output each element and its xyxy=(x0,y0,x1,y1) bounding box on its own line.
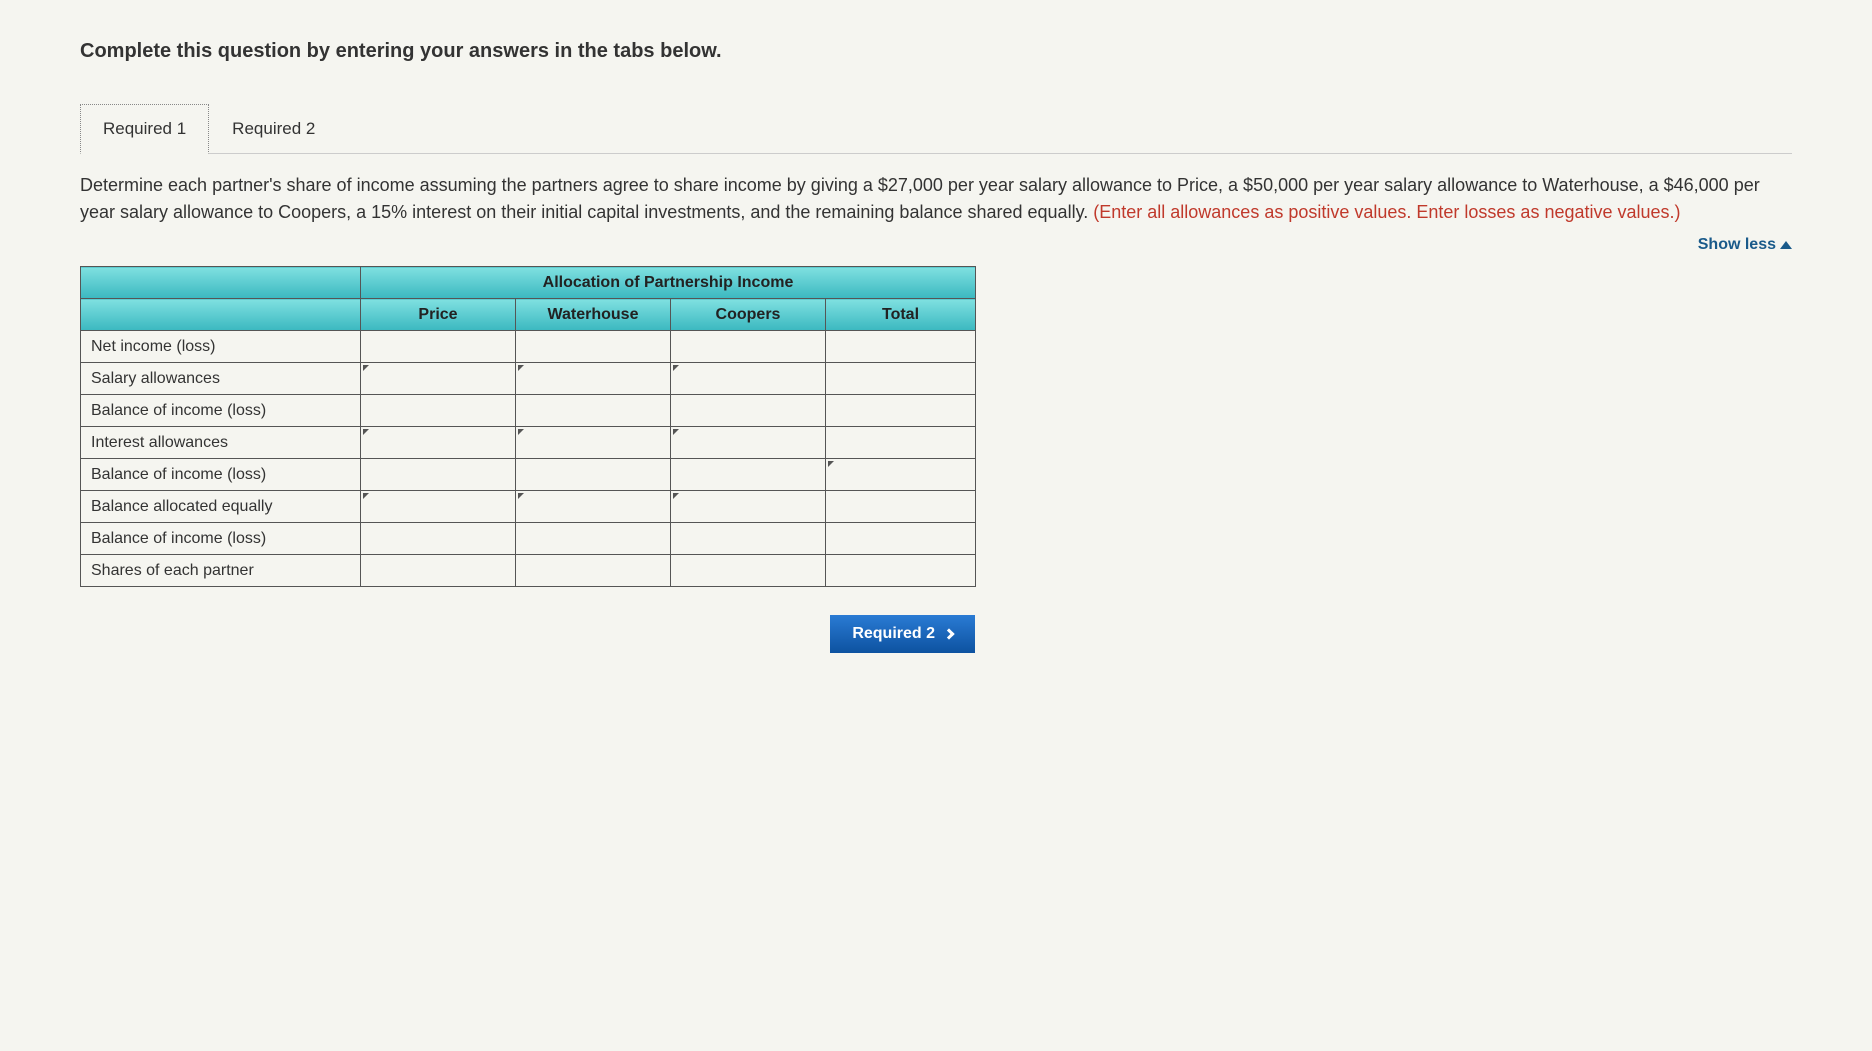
cell-input[interactable] xyxy=(671,427,825,458)
cell-input[interactable] xyxy=(516,427,670,458)
readonly-cell xyxy=(361,395,516,427)
row-label: Interest allowances xyxy=(81,427,361,459)
next-required-2-button[interactable]: Required 2 xyxy=(830,615,975,653)
dropdown-caret-icon xyxy=(673,493,679,499)
row-label: Net income (loss) xyxy=(81,331,361,363)
input-cell[interactable] xyxy=(826,523,976,555)
input-cell[interactable] xyxy=(516,363,671,395)
input-cell[interactable] xyxy=(671,555,826,587)
cell-input[interactable] xyxy=(826,363,975,394)
row-label: Balance of income (loss) xyxy=(81,523,361,555)
cell-input[interactable] xyxy=(826,427,975,458)
cell-input[interactable] xyxy=(516,363,670,394)
input-cell[interactable] xyxy=(826,331,976,363)
input-cell[interactable] xyxy=(671,363,826,395)
readonly-cell xyxy=(361,523,516,555)
cell-input[interactable] xyxy=(826,331,975,362)
cell-input[interactable] xyxy=(361,491,515,522)
table-row: Net income (loss) xyxy=(81,331,976,363)
row-label: Balance of income (loss) xyxy=(81,395,361,427)
col-header-waterhouse: Waterhouse xyxy=(516,299,671,331)
dropdown-caret-icon xyxy=(828,461,834,467)
cell-input[interactable] xyxy=(826,523,975,554)
input-cell[interactable] xyxy=(516,491,671,523)
question-hint: (Enter all allowances as positive values… xyxy=(1093,202,1680,222)
cell-input[interactable] xyxy=(516,555,670,586)
input-cell[interactable] xyxy=(516,427,671,459)
input-cell[interactable] xyxy=(826,395,976,427)
table-header-blank xyxy=(81,299,361,331)
dropdown-caret-icon xyxy=(518,365,524,371)
readonly-cell xyxy=(516,395,671,427)
cell-input[interactable] xyxy=(361,363,515,394)
cell-input[interactable] xyxy=(671,491,825,522)
cell-input[interactable] xyxy=(826,555,975,586)
input-cell[interactable] xyxy=(361,491,516,523)
tabs-container: Required 1 Required 2 xyxy=(80,103,1792,154)
cell-input[interactable] xyxy=(826,491,975,522)
input-cell[interactable] xyxy=(826,427,976,459)
cell-input[interactable] xyxy=(361,555,515,586)
cell-input[interactable] xyxy=(826,395,975,426)
show-less-label: Show less xyxy=(1698,236,1776,254)
input-cell[interactable] xyxy=(361,555,516,587)
readonly-cell xyxy=(671,331,826,363)
readonly-cell xyxy=(361,459,516,491)
cell-input[interactable] xyxy=(361,427,515,458)
input-cell[interactable] xyxy=(361,363,516,395)
input-cell[interactable] xyxy=(671,491,826,523)
table-row: Shares of each partner xyxy=(81,555,976,587)
table-row: Balance of income (loss) xyxy=(81,395,976,427)
col-header-total: Total xyxy=(826,299,976,331)
dropdown-caret-icon xyxy=(363,429,369,435)
show-less-toggle[interactable]: Show less xyxy=(1698,236,1792,254)
dropdown-caret-icon xyxy=(518,493,524,499)
table-row: Balance of income (loss) xyxy=(81,523,976,555)
dropdown-caret-icon xyxy=(673,429,679,435)
readonly-cell xyxy=(361,331,516,363)
dropdown-caret-icon xyxy=(363,365,369,371)
input-cell[interactable] xyxy=(826,459,976,491)
table-row: Salary allowances xyxy=(81,363,976,395)
input-cell[interactable] xyxy=(361,427,516,459)
cell-input[interactable] xyxy=(671,555,825,586)
row-label: Salary allowances xyxy=(81,363,361,395)
input-cell[interactable] xyxy=(671,427,826,459)
tab-required-2[interactable]: Required 2 xyxy=(209,104,338,154)
readonly-cell xyxy=(671,523,826,555)
cell-input[interactable] xyxy=(826,459,975,490)
table-row: Balance of income (loss) xyxy=(81,459,976,491)
readonly-cell xyxy=(671,395,826,427)
instruction-heading: Complete this question by entering your … xyxy=(80,40,1792,63)
readonly-cell xyxy=(516,523,671,555)
table-corner-blank xyxy=(81,267,361,299)
chevron-right-icon xyxy=(943,628,954,639)
question-text: Determine each partner's share of income… xyxy=(80,172,1792,226)
readonly-cell xyxy=(516,331,671,363)
dropdown-caret-icon xyxy=(518,429,524,435)
table-row: Balance allocated equally xyxy=(81,491,976,523)
input-cell[interactable] xyxy=(826,555,976,587)
table-title: Allocation of Partnership Income xyxy=(361,267,976,299)
next-button-label: Required 2 xyxy=(852,625,935,643)
cell-input[interactable] xyxy=(516,491,670,522)
table-row: Interest allowances xyxy=(81,427,976,459)
triangle-up-icon xyxy=(1780,241,1792,249)
cell-input[interactable] xyxy=(671,363,825,394)
dropdown-caret-icon xyxy=(363,493,369,499)
row-label: Shares of each partner xyxy=(81,555,361,587)
dropdown-caret-icon xyxy=(673,365,679,371)
row-label: Balance of income (loss) xyxy=(81,459,361,491)
input-cell[interactable] xyxy=(826,363,976,395)
readonly-cell xyxy=(671,459,826,491)
input-cell[interactable] xyxy=(516,555,671,587)
row-label: Balance allocated equally xyxy=(81,491,361,523)
input-cell[interactable] xyxy=(826,491,976,523)
col-header-coopers: Coopers xyxy=(671,299,826,331)
allocation-table: Allocation of Partnership Income Price W… xyxy=(80,266,976,587)
readonly-cell xyxy=(516,459,671,491)
tab-required-1[interactable]: Required 1 xyxy=(80,104,209,154)
col-header-price: Price xyxy=(361,299,516,331)
